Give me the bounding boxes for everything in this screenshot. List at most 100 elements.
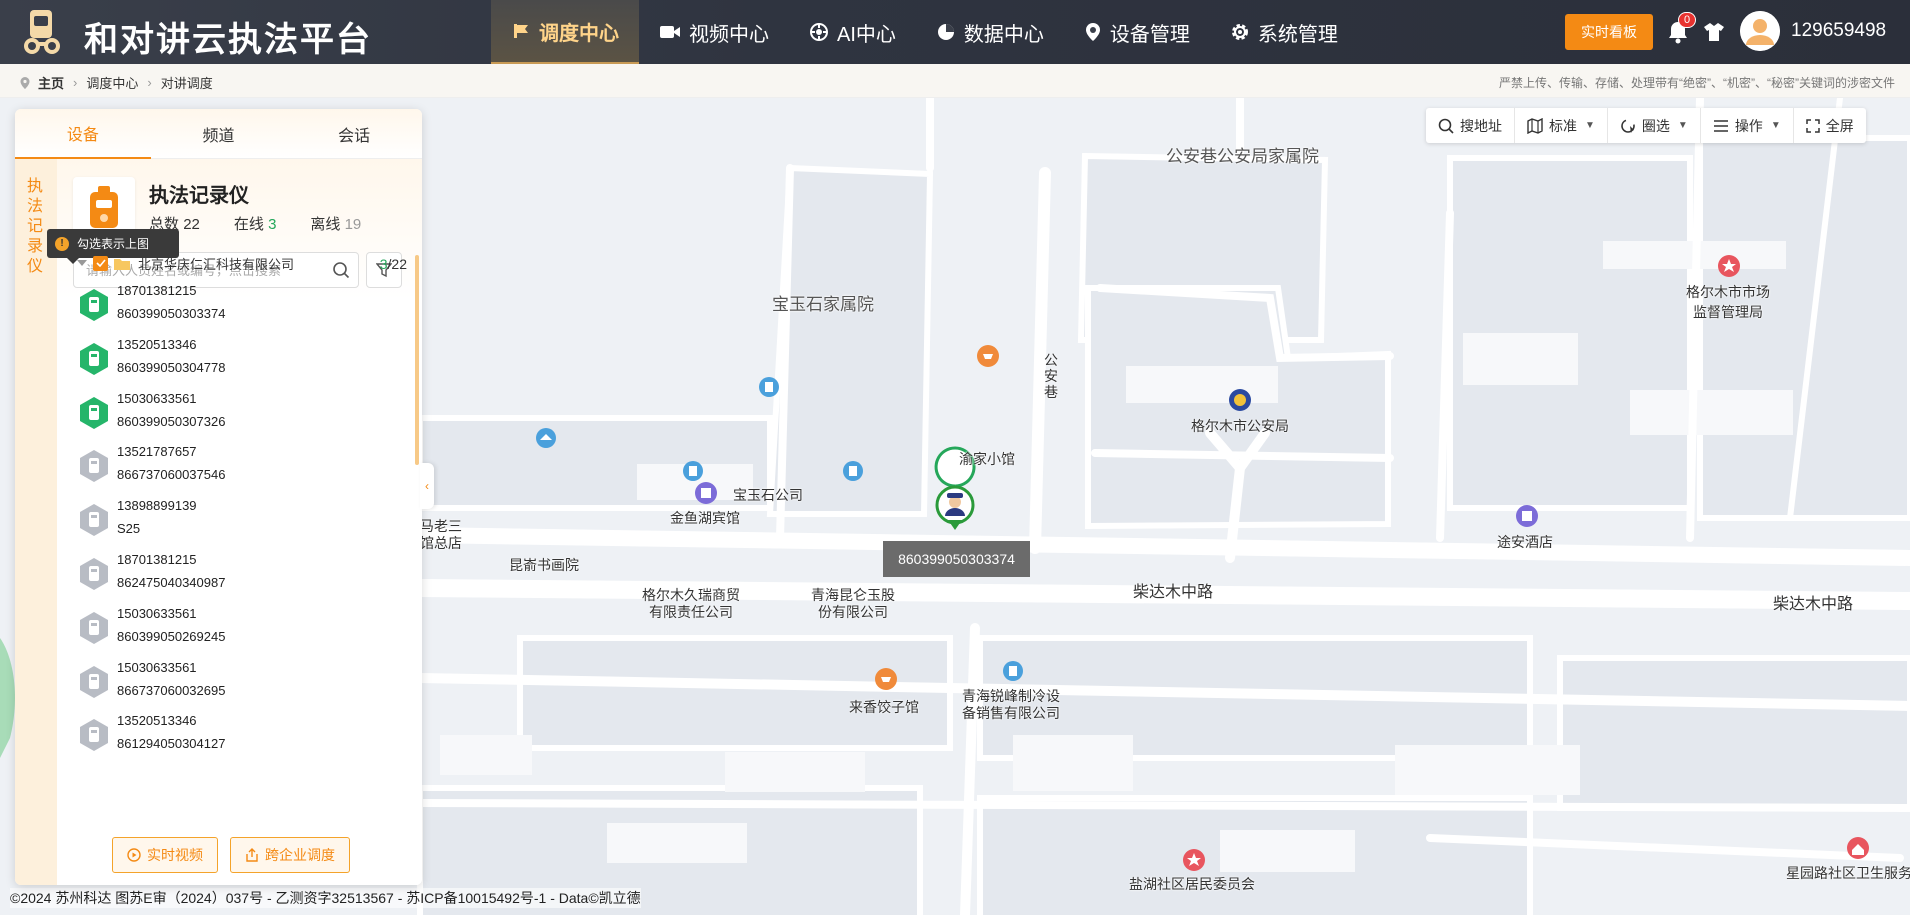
tab-channel[interactable]: 频道 [150,109,287,159]
realtime-board-button[interactable]: 实时看板 [1565,14,1653,50]
map-label: 盐湖社区居民委员会 [1129,876,1255,892]
caret-down-icon[interactable] [77,260,87,266]
nav-video[interactable]: 视频中心 [639,0,789,64]
operation-tool[interactable]: 操作 ▼ [1701,108,1794,143]
caret-down-icon: ▼ [1770,120,1781,131]
location-pin-icon [1084,22,1102,42]
device-name: 18701381215 [117,283,197,298]
tab-session[interactable]: 会话 [286,109,422,159]
share-icon [246,848,258,862]
offline-device-icon [80,450,108,483]
tab-device[interactable]: 设备 [15,109,151,159]
offline-device-icon [80,611,108,644]
map-label: 星园路社区卫生服务 [1786,865,1910,881]
nav-system-label: 系统管理 [1257,23,1338,46]
nav-dispatch[interactable]: 调度中心 [491,0,639,64]
map-label: 宝玉石家属院 [772,295,874,314]
tool-label: 标准 [1549,117,1577,134]
notification-badge: 0 [1678,12,1696,28]
username[interactable]: 129659498 [1791,20,1886,42]
map-label: 昆嵛书画院 [509,557,579,573]
device-row[interactable]: 18701381215 862475040340987 [15,548,375,602]
main-nav: 调度中心 视频中心 AI中心 数据中心 设备管理 系统管理 [491,0,1358,64]
location-pin-icon [20,76,30,89]
breadcrumb-level2: 对讲调度 [160,76,213,91]
map-label: 宝玉石公司 [733,487,803,503]
folder-icon [114,258,130,270]
nav-system[interactable]: 系统管理 [1210,0,1358,64]
stat-online: 在线 3 [233,216,277,233]
map-layer-icon [1527,117,1543,134]
map-style-tool[interactable]: 标准 ▼ [1515,108,1608,143]
map-copyright: ©2024 苏州科达 图苏E审（2024）037号 - 乙测资字32513567… [10,888,641,908]
list-scrollbar[interactable] [415,255,419,465]
nav-data[interactable]: 数据中心 [916,0,1064,64]
device-id: 862475040340987 [117,574,226,590]
device-name: 13521787657 [117,444,197,460]
device-id: 861294050304127 [117,736,226,752]
device-id: 866737060032695 [117,682,226,698]
stat-offline: 离线 19 [310,216,362,233]
map-label: 渝家小馆 [959,451,1015,467]
lasso-tool[interactable]: 圈选 ▼ [1608,108,1701,143]
offline-device-icon [80,665,108,698]
offline-device-icon [80,557,108,590]
panel-tabs: 设备 频道 会话 [15,109,422,159]
collapse-panel-button[interactable]: ‹ [420,463,434,509]
cross-enterprise-label: 跨企业调度 [265,847,335,863]
marker-tooltip: 860399050303374 [883,541,1030,577]
sidebar-item-recorder[interactable]: 执法记录仪 [27,177,43,277]
device-type-title: 执法记录仪 [149,185,249,207]
nav-device[interactable]: 设备管理 [1064,0,1210,64]
device-list: 18701381215 860399050303374 13520513346 … [15,279,375,763]
org-group-row[interactable]: 北京华庆仁汇科技有限公司 3/22 [77,250,407,276]
theme-shirt-icon[interactable] [1703,21,1725,43]
nav-dispatch-label: 调度中心 [539,22,619,45]
device-row[interactable]: 15030633561 866737060032695 [15,656,375,710]
device-name: 15030633561 [117,659,197,675]
device-row[interactable]: 15030633561 860399050307326 [15,387,375,441]
tool-label: 全屏 [1825,117,1854,134]
realtime-video-button[interactable]: 实时视频 [112,837,218,873]
device-row[interactable]: 13898899139 S25 [15,494,375,548]
tool-label: 圈选 [1641,117,1670,134]
security-notice: 严禁上传、传输、存储、处理带有“绝密”、“机密”、“秘密”关键词的涉密文件 [1499,76,1895,90]
search-address-tool[interactable]: 搜地址 [1426,108,1515,143]
map-label: 来香饺子馆 [849,699,919,715]
group-checkbox[interactable] [93,255,108,271]
device-panel: 设备 频道 会话 执法记录仪 执法记录仪 总数 22 在线 3 离线 19 ! … [15,109,422,885]
offline-device-icon [80,504,108,537]
avatar[interactable] [1740,11,1780,51]
video-icon [659,23,681,41]
device-name: 13520513346 [117,336,197,352]
breadcrumb-level1[interactable]: 调度中心 [86,73,138,92]
device-row[interactable]: 13520513346 860399050304778 [15,333,375,387]
device-id: 860399050269245 [117,628,226,644]
cross-enterprise-button[interactable]: 跨企业调度 [230,837,350,873]
pie-chart-icon [936,22,956,42]
warning-icon: ! [55,236,69,251]
caret-down-icon: ▼ [1677,120,1688,131]
chevron-right-icon: › [147,75,152,90]
gear-icon [1230,22,1250,42]
online-device-icon [80,396,108,429]
nav-video-label: 视频中心 [689,23,769,46]
logo-icon [24,10,60,54]
breadcrumb-home[interactable]: 主页 [38,73,64,92]
device-name: 15030633561 [117,390,197,406]
device-row[interactable]: 18701381215 860399050303374 [15,279,375,333]
device-row[interactable]: 13521787657 866737060037546 [15,440,375,494]
map-label: 格尔木市市场 监督管理局 [1686,284,1770,320]
device-stats: 总数 22 在线 3 离线 19 [149,213,361,234]
tool-label: 操作 [1734,117,1763,134]
fullscreen-icon [1805,118,1820,133]
device-name: 18701381215 [117,551,197,567]
device-row[interactable]: 13520513346 861294050304127 [15,709,375,763]
device-row[interactable]: 15030633561 860399050269245 [15,602,375,656]
search-icon [1438,118,1454,134]
brand-title: 和对讲云执法平台 [84,21,372,59]
device-name: 13898899139 [117,498,197,514]
online-device-icon [80,342,108,375]
nav-ai[interactable]: AI中心 [789,0,916,64]
fullscreen-tool[interactable]: 全屏 [1794,108,1866,143]
